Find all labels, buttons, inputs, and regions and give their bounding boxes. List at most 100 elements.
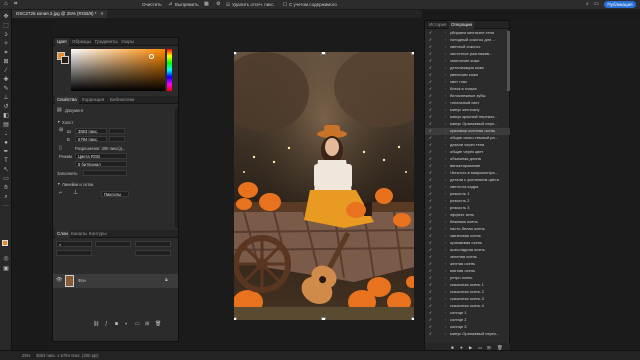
list-item[interactable]: ✓ › убираем желтизне тени	[425, 30, 511, 37]
grid-overlay-icon[interactable]: ▦	[204, 1, 209, 8]
crop-handle-bottom[interactable]	[321, 317, 326, 320]
list-item[interactable]: ✓ › общие свято-темный ра...	[425, 135, 511, 142]
ruler-icon[interactable]: ⌐	[59, 190, 63, 196]
crop-tool-icon[interactable]: ⌗	[14, 1, 17, 8]
type-tool-icon[interactable]: T	[2, 158, 10, 165]
crop-handle-top-left[interactable]	[234, 52, 237, 55]
list-item[interactable]: ✓ › пасто-белая осень	[425, 226, 511, 233]
tab-patterns[interactable]: Узоры	[119, 38, 136, 46]
list-item[interactable]: ✓ › бежевая осень	[425, 219, 511, 226]
chevron-right-icon[interactable]: ›	[445, 317, 449, 324]
checkmark-icon[interactable]: ✓	[428, 331, 433, 338]
checkmark-icon[interactable]: ✓	[428, 149, 433, 156]
checkmark-icon[interactable]: ✓	[428, 121, 433, 128]
checkmark-icon[interactable]: ✓	[428, 198, 433, 205]
frame-tool-icon[interactable]: ⊠	[2, 59, 10, 66]
chevron-down-icon[interactable]: ▼	[57, 182, 60, 187]
chevron-right-icon[interactable]: ›	[445, 205, 449, 212]
checkmark-icon[interactable]: ✓	[428, 233, 433, 240]
list-item[interactable]: ✓ › датали через тени	[425, 142, 511, 149]
checkmark-icon[interactable]: ✓	[428, 51, 433, 58]
chevron-right-icon[interactable]: ›	[445, 170, 449, 177]
tab-paths[interactable]: Контуры	[87, 230, 109, 238]
chevron-right-icon[interactable]: ›	[445, 324, 449, 331]
chevron-right-icon[interactable]: ›	[445, 219, 449, 226]
list-item[interactable]: ✓ › блеск в глазах	[425, 86, 511, 93]
home-icon[interactable]: ⌂	[4, 1, 8, 8]
mode-select[interactable]: Цвета RGB	[75, 153, 127, 159]
checkmark-icon[interactable]: ✓	[428, 100, 433, 107]
tab-swatches[interactable]: Образцы	[70, 38, 93, 46]
chevron-right-icon[interactable]: ›	[445, 226, 449, 233]
checkmark-icon[interactable]: ✓	[428, 226, 433, 233]
pen-tool-icon[interactable]: ✒	[2, 149, 10, 156]
brush-tool-icon[interactable]: ✎	[2, 86, 10, 93]
tab-history[interactable]: История	[427, 21, 448, 29]
tab-gradients[interactable]: Градиенты	[93, 38, 120, 46]
y-field[interactable]	[109, 136, 125, 142]
list-item[interactable]: ✓ › минус Оранжевый перез...	[425, 331, 511, 338]
color-picker-marker[interactable]	[149, 54, 154, 59]
crop-handle-top[interactable]	[321, 52, 326, 55]
chevron-right-icon[interactable]: ›	[445, 310, 449, 317]
chevron-right-icon[interactable]: ›	[445, 156, 449, 163]
crop-handle-bottom-left[interactable]	[234, 317, 237, 320]
list-item[interactable]: ✓ › виньетирование	[425, 163, 511, 170]
link-layers-icon[interactable]: ⛓︎	[93, 322, 99, 327]
chevron-right-icon[interactable]: ›	[445, 93, 449, 100]
tab-layers[interactable]: Слои	[55, 230, 70, 238]
list-item[interactable]: ✓ › резкость 1	[425, 191, 511, 198]
crop-handle-top-right[interactable]	[411, 52, 414, 55]
foreground-color-swatch[interactable]	[2, 240, 8, 246]
zoom-level[interactable]: 25%	[22, 353, 30, 358]
chevron-right-icon[interactable]: ›	[445, 331, 449, 338]
list-item[interactable]: ✓ › минус Оранжевый пере...	[425, 121, 511, 128]
eraser-tool-icon[interactable]: ◧	[2, 113, 10, 120]
layer-filter-select[interactable]: ⌕	[56, 241, 92, 247]
chevron-right-icon[interactable]: ›	[445, 261, 449, 268]
checkmark-icon[interactable]: ✓	[428, 261, 433, 268]
checkmark-icon[interactable]: ✓	[428, 289, 433, 296]
path-select-icon[interactable]: ↖	[2, 167, 10, 174]
list-item[interactable]: ✓ › сказочная осень 4	[425, 303, 511, 310]
checkmark-icon[interactable]: ✓	[428, 275, 433, 282]
checkmark-icon[interactable]: ✓	[428, 65, 433, 72]
checkmark-icon[interactable]: ✓	[428, 135, 433, 142]
checkmark-icon[interactable]: ✓	[428, 184, 433, 191]
checkmark-icon[interactable]: ✓	[428, 191, 433, 198]
list-item[interactable]: ✓ › светлый соксгоо	[425, 44, 511, 51]
color-field[interactable]	[71, 49, 165, 91]
orientation-icon[interactable]: ▯	[59, 146, 62, 151]
background-color-swatch[interactable]	[61, 56, 69, 64]
checkmark-icon[interactable]: ✓	[428, 170, 433, 177]
chevron-down-icon[interactable]: ▼	[57, 120, 60, 125]
chevron-right-icon[interactable]: ›	[445, 163, 449, 170]
content-aware-checkbox[interactable]: ☐	[283, 1, 287, 8]
checkmark-icon[interactable]: ✓	[428, 37, 433, 44]
fill-opacity-field[interactable]	[135, 250, 171, 256]
list-item[interactable]: ✓ › свет глаз	[425, 79, 511, 86]
delete-cropped-checkbox[interactable]: ☑	[226, 1, 230, 8]
list-item[interactable]: ✓ › смягчение кожи	[425, 58, 511, 65]
close-icon[interactable]: ×	[101, 11, 104, 16]
list-item[interactable]: ✓ › общие через цвет	[425, 149, 511, 156]
fx-icon[interactable]: ƒ	[105, 322, 108, 327]
list-item[interactable]: ✓ › сказочная осень 2	[425, 289, 511, 296]
list-item[interactable]: ✓ › Четкость в микроконтра...	[425, 170, 511, 177]
list-item[interactable]: ✓ › красивая осенняя осень	[425, 128, 511, 135]
checkmark-icon[interactable]: ✓	[428, 317, 433, 324]
chevron-right-icon[interactable]: ›	[445, 65, 449, 72]
checkmark-icon[interactable]: ✓	[428, 254, 433, 261]
document-info[interactable]: 3863 пикс. x 5794 пикс. (300 ppi)	[36, 353, 99, 358]
tab-adjustments[interactable]: Коррекция	[80, 96, 106, 104]
tab-actions[interactable]: Операции	[449, 21, 475, 29]
tab-properties[interactable]: Свойства	[55, 96, 79, 104]
chevron-right-icon[interactable]: ›	[445, 282, 449, 289]
opacity-field[interactable]	[135, 241, 171, 247]
chevron-right-icon[interactable]: ›	[445, 72, 449, 79]
list-item[interactable]: ✓ › эффект зено	[425, 212, 511, 219]
history-brush-icon[interactable]: ↺	[2, 104, 10, 111]
checkmark-icon[interactable]: ✓	[428, 142, 433, 149]
checkmark-icon[interactable]: ✓	[428, 247, 433, 254]
dodge-tool-icon[interactable]: ●	[2, 140, 10, 147]
